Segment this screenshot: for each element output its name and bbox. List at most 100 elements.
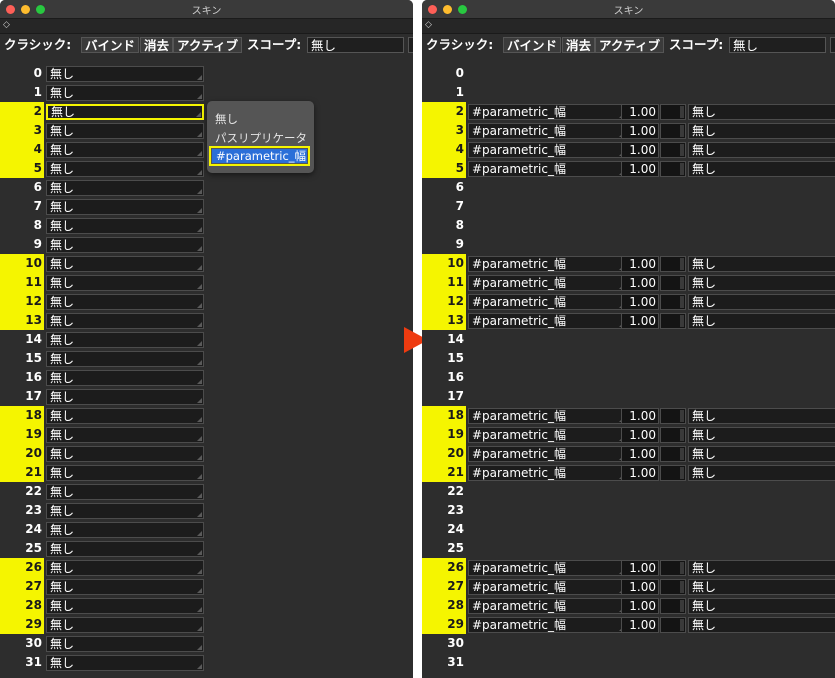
skin-type-dropdown[interactable]: 無し	[46, 180, 204, 196]
skin-type-dropdown[interactable]: #parametric_幅	[468, 408, 626, 424]
slider-handle[interactable]	[680, 467, 684, 479]
width-slider[interactable]	[660, 256, 686, 272]
slider-handle[interactable]	[680, 315, 684, 327]
skin-type-dropdown[interactable]: #parametric_幅	[468, 465, 626, 481]
width-value-field[interactable]: 1.00	[621, 275, 659, 291]
skin-type-dropdown[interactable]: 無し	[46, 579, 204, 595]
bind-button[interactable]: バインド	[81, 37, 140, 53]
skin-source-dropdown[interactable]: 無し	[688, 446, 835, 462]
skin-type-dropdown[interactable]: 無し	[46, 408, 204, 424]
width-value-field[interactable]: 1.00	[621, 294, 659, 310]
width-value-field[interactable]: 1.00	[621, 313, 659, 329]
width-value-field[interactable]: 1.00	[621, 408, 659, 424]
skin-type-dropdown[interactable]: #parametric_幅	[468, 275, 626, 291]
skin-source-dropdown[interactable]: 無し	[688, 579, 835, 595]
skin-type-dropdown[interactable]: 無し	[46, 370, 204, 386]
skin-type-dropdown[interactable]: #parametric_幅	[468, 256, 626, 272]
skin-type-dropdown[interactable]: #parametric_幅	[468, 161, 626, 177]
slider-handle[interactable]	[680, 448, 684, 460]
skin-type-dropdown[interactable]: 無し	[46, 598, 204, 614]
skin-type-dropdown[interactable]: 無し	[46, 655, 204, 671]
width-value-field[interactable]: 1.00	[621, 142, 659, 158]
slider-handle[interactable]	[680, 600, 684, 612]
skin-source-dropdown[interactable]: 無し	[688, 256, 835, 272]
skin-source-dropdown[interactable]: 無し	[688, 598, 835, 614]
skin-type-dropdown[interactable]: 無し	[46, 560, 204, 576]
width-value-field[interactable]: 1.00	[621, 104, 659, 120]
skin-type-dropdown[interactable]: #parametric_幅	[468, 579, 626, 595]
scope-dropdown[interactable]: 無し	[307, 37, 404, 53]
skin-type-dropdown[interactable]: #parametric_幅	[468, 598, 626, 614]
width-slider[interactable]	[660, 560, 686, 576]
width-value-field[interactable]: 1.00	[621, 617, 659, 633]
skin-type-dropdown[interactable]: 無し	[46, 522, 204, 538]
bind-button[interactable]: バインド	[503, 37, 562, 53]
active-button[interactable]: アクティブ	[173, 37, 243, 53]
skin-type-dropdown[interactable]: 無し	[46, 636, 204, 652]
slider-handle[interactable]	[680, 277, 684, 289]
width-slider[interactable]	[660, 294, 686, 310]
scope-extra-field[interactable]	[830, 37, 835, 53]
skin-source-dropdown[interactable]: 無し	[688, 313, 835, 329]
slider-handle[interactable]	[680, 106, 684, 118]
slider-handle[interactable]	[680, 144, 684, 156]
skin-source-dropdown[interactable]: 無し	[688, 142, 835, 158]
slider-handle[interactable]	[680, 125, 684, 137]
width-value-field[interactable]: 1.00	[621, 579, 659, 595]
skin-type-dropdown[interactable]: #parametric_幅	[468, 446, 626, 462]
skin-type-dropdown[interactable]: 無し	[46, 484, 204, 500]
skin-type-dropdown[interactable]: 無し	[46, 332, 204, 348]
skin-type-dropdown[interactable]: 無し	[46, 313, 204, 329]
skin-type-dropdown[interactable]: 無し	[46, 294, 204, 310]
width-value-field[interactable]: 1.00	[621, 465, 659, 481]
slider-handle[interactable]	[680, 619, 684, 631]
skin-source-dropdown[interactable]: 無し	[688, 427, 835, 443]
skin-type-dropdown[interactable]: #parametric_幅	[468, 123, 626, 139]
popup-item-parametric-width[interactable]: #parametric_幅	[209, 146, 310, 166]
skin-source-dropdown[interactable]: 無し	[688, 275, 835, 291]
skin-source-dropdown[interactable]: 無し	[688, 123, 835, 139]
width-value-field[interactable]: 1.00	[621, 598, 659, 614]
width-slider[interactable]	[660, 408, 686, 424]
width-value-field[interactable]: 1.00	[621, 123, 659, 139]
width-value-field[interactable]: 1.00	[621, 560, 659, 576]
skin-type-dropdown[interactable]: #parametric_幅	[468, 560, 626, 576]
width-slider[interactable]	[660, 161, 686, 177]
skin-type-dropdown[interactable]: 無し	[46, 389, 204, 405]
skin-type-dropdown[interactable]: 無し	[46, 199, 204, 215]
slider-handle[interactable]	[680, 562, 684, 574]
width-slider[interactable]	[660, 427, 686, 443]
width-slider[interactable]	[660, 465, 686, 481]
skin-type-dropdown[interactable]: 無し	[46, 351, 204, 367]
width-slider[interactable]	[660, 275, 686, 291]
skin-source-dropdown[interactable]: 無し	[688, 104, 835, 120]
skin-type-dropdown[interactable]: 無し	[46, 85, 204, 101]
skin-source-dropdown[interactable]: 無し	[688, 408, 835, 424]
width-value-field[interactable]: 1.00	[621, 427, 659, 443]
skin-source-dropdown[interactable]: 無し	[688, 560, 835, 576]
slider-handle[interactable]	[680, 429, 684, 441]
width-slider[interactable]	[660, 123, 686, 139]
skin-type-dropdown[interactable]: 無し	[46, 237, 204, 253]
scope-dropdown[interactable]: 無し	[729, 37, 826, 53]
diamond-icon[interactable]: ◇	[3, 21, 10, 30]
skin-type-dropdown[interactable]: 無し	[46, 465, 204, 481]
skin-type-dropdown[interactable]: 無し	[46, 142, 204, 158]
skin-type-dropdown[interactable]: 無し	[46, 617, 204, 633]
width-value-field[interactable]: 1.00	[621, 161, 659, 177]
skin-type-dropdown[interactable]: #parametric_幅	[468, 294, 626, 310]
active-button[interactable]: アクティブ	[595, 37, 665, 53]
skin-type-dropdown[interactable]: #parametric_幅	[468, 142, 626, 158]
skin-type-dropdown[interactable]: 無し	[46, 161, 204, 177]
skin-type-dropdown[interactable]: 無し	[46, 541, 204, 557]
skin-source-dropdown[interactable]: 無し	[688, 617, 835, 633]
slider-handle[interactable]	[680, 163, 684, 175]
skin-type-dropdown[interactable]: 無し	[46, 275, 204, 291]
width-value-field[interactable]: 1.00	[621, 446, 659, 462]
width-slider[interactable]	[660, 142, 686, 158]
width-slider[interactable]	[660, 104, 686, 120]
width-slider[interactable]	[660, 617, 686, 633]
clear-button[interactable]: 消去	[140, 37, 174, 53]
skin-type-dropdown[interactable]: 無し	[46, 256, 204, 272]
slider-handle[interactable]	[680, 296, 684, 308]
